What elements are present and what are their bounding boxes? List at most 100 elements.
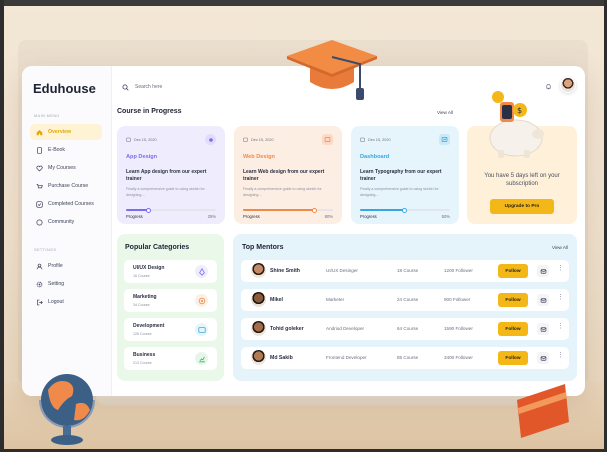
mentor-row[interactable]: Shine Smith UI/UX Desinger 18 Course 120… [241, 260, 569, 282]
main-menu-label: MAIN MENU [34, 113, 60, 118]
mentor-row[interactable]: Md Sakib Frontend Developer 85 Course 34… [241, 347, 569, 369]
category-item-development[interactable]: Development 126 Course [124, 318, 217, 341]
course-name: Web Design [243, 154, 275, 160]
progress-fill [243, 207, 317, 213]
sidebar-item-ebook[interactable]: E-Book [30, 142, 102, 158]
category-count: 213 Course [133, 361, 152, 365]
course-card[interactable]: Dec 15, 2020 Dashboard Learn Typography … [351, 126, 459, 224]
category-name: UI/UX Design [133, 265, 165, 271]
mentor-followers: 900 Follower [444, 297, 471, 302]
progress-label: Progress [360, 214, 377, 219]
mentors-view-all-link[interactable]: View All [552, 245, 568, 250]
progress-knob [402, 207, 407, 213]
progress-value: 25% [207, 214, 216, 219]
globe-icon [39, 374, 95, 445]
course-in-progress-title: Course in Progress [117, 108, 182, 115]
home-icon [36, 129, 43, 136]
follow-button[interactable]: Follow [498, 293, 528, 307]
upgrade-to-pro-button[interactable]: Upgrade to Pro [490, 199, 554, 214]
calendar-icon [360, 137, 365, 142]
top-mentors-title: Top Mentors [242, 244, 284, 251]
chart-icon [195, 352, 208, 365]
course-badge-icon [439, 134, 450, 145]
target-icon [195, 294, 208, 307]
mentor-name: Tohid goleker [270, 326, 304, 332]
user-icon [36, 263, 43, 270]
sidebar-item-label: My Courses [48, 165, 76, 171]
mentor-row[interactable]: Tohid goleker Andriod Developer 64 Cours… [241, 318, 569, 340]
course-description: Learn Web design from our expert trainer [243, 169, 325, 182]
category-item-business[interactable]: Business 213 Course [124, 347, 217, 370]
photo-frame-top [0, 0, 607, 6]
sidebar-item-logout[interactable]: Logout [30, 294, 102, 310]
mentor-name: Mikel [270, 297, 283, 303]
mentor-courses: 24 Course [397, 297, 419, 302]
category-item-marketing[interactable]: Marketing 34 Course [124, 289, 217, 312]
sidebar-item-label: Community [48, 219, 75, 225]
course-date: Dec 15, 2020 [360, 137, 391, 142]
category-name: Development [133, 323, 165, 329]
follow-button[interactable]: Follow [498, 264, 528, 278]
progress-track [126, 207, 216, 213]
message-icon[interactable] [537, 323, 549, 335]
user-avatar[interactable] [560, 77, 576, 93]
sidebar-item-label: Setting [48, 281, 65, 287]
more-options-icon[interactable]: ⋮ [557, 265, 564, 272]
course-card[interactable]: Dec 15, 2020 App Design Learn App design… [117, 126, 225, 224]
settings-label: SETTINGS [34, 247, 57, 252]
sidebar-item-purchase-course[interactable]: Purchase Course [30, 178, 102, 194]
course-date-text: Dec 15, 2020 [368, 137, 391, 142]
follow-button[interactable]: Follow [498, 351, 528, 365]
course-date-text: Dec 15, 2020 [251, 137, 274, 142]
message-icon[interactable] [537, 265, 549, 277]
mentor-avatar [251, 263, 266, 278]
courses-view-all-link[interactable]: View All [437, 110, 453, 115]
mentor-role: UI/UX Desinger [326, 268, 358, 273]
mentor-courses: 85 Course [397, 355, 419, 360]
message-icon[interactable] [537, 294, 549, 306]
code-icon [195, 323, 208, 336]
mentor-courses: 64 Course [397, 326, 419, 331]
pen-tool-icon [195, 265, 208, 278]
category-item-uiux[interactable]: UI/UX Design 16 Course [124, 260, 217, 283]
course-name: Dashboard [360, 154, 390, 160]
graduation-cap-icon [287, 40, 377, 100]
course-card[interactable]: Dec 15, 2020 Web Design Learn Web design… [234, 126, 342, 224]
category-count: 16 Course [133, 274, 150, 278]
credit-card-icon [517, 384, 569, 438]
course-name: App Design [126, 154, 158, 160]
sidebar-item-my-courses[interactable]: My Courses [30, 160, 102, 176]
mentor-row[interactable]: Mikel Marketer 24 Course 900 Follower Fo… [241, 289, 569, 311]
sidebar-item-profile[interactable]: Profile [30, 258, 102, 274]
sidebar-item-completed-courses[interactable]: Completed Courses [30, 196, 102, 212]
more-options-icon[interactable]: ⋮ [557, 323, 564, 330]
sidebar-item-label: Logout [48, 299, 64, 305]
more-options-icon[interactable]: ⋮ [557, 294, 564, 301]
search-icon [122, 84, 129, 91]
cart-icon [36, 183, 43, 190]
photo-frame-left [0, 0, 4, 452]
follow-button[interactable]: Follow [498, 322, 528, 336]
piggy-bank-icon: $ [489, 91, 544, 158]
gear-icon [36, 281, 43, 288]
app-logo[interactable]: Eduhouse [33, 81, 96, 96]
course-date-text: Dec 15, 2020 [134, 137, 157, 142]
sidebar-item-community[interactable]: Community [30, 214, 102, 230]
course-badge-icon [322, 134, 333, 145]
mentor-avatar [251, 350, 266, 365]
check-icon [36, 200, 43, 208]
course-subtext: Finally a comprehensive guide to using s… [243, 187, 322, 197]
course-date: Dec 15, 2020 [126, 137, 157, 142]
more-options-icon[interactable]: ⋮ [557, 352, 564, 359]
book-icon [36, 146, 43, 154]
progress-knob [145, 207, 151, 213]
sidebar-item-overview[interactable]: Overview [30, 124, 102, 140]
search-placeholder: Search here [135, 84, 163, 90]
mentor-courses: 18 Course [397, 268, 419, 273]
popular-categories-title: Popular Categories [125, 244, 190, 251]
sidebar-item-label: Overview [48, 129, 72, 135]
mentor-role: Frontend Developer [326, 355, 367, 360]
sidebar-item-setting[interactable]: Setting [30, 276, 102, 292]
progress-label: Progress [243, 214, 260, 219]
message-icon[interactable] [537, 352, 549, 364]
